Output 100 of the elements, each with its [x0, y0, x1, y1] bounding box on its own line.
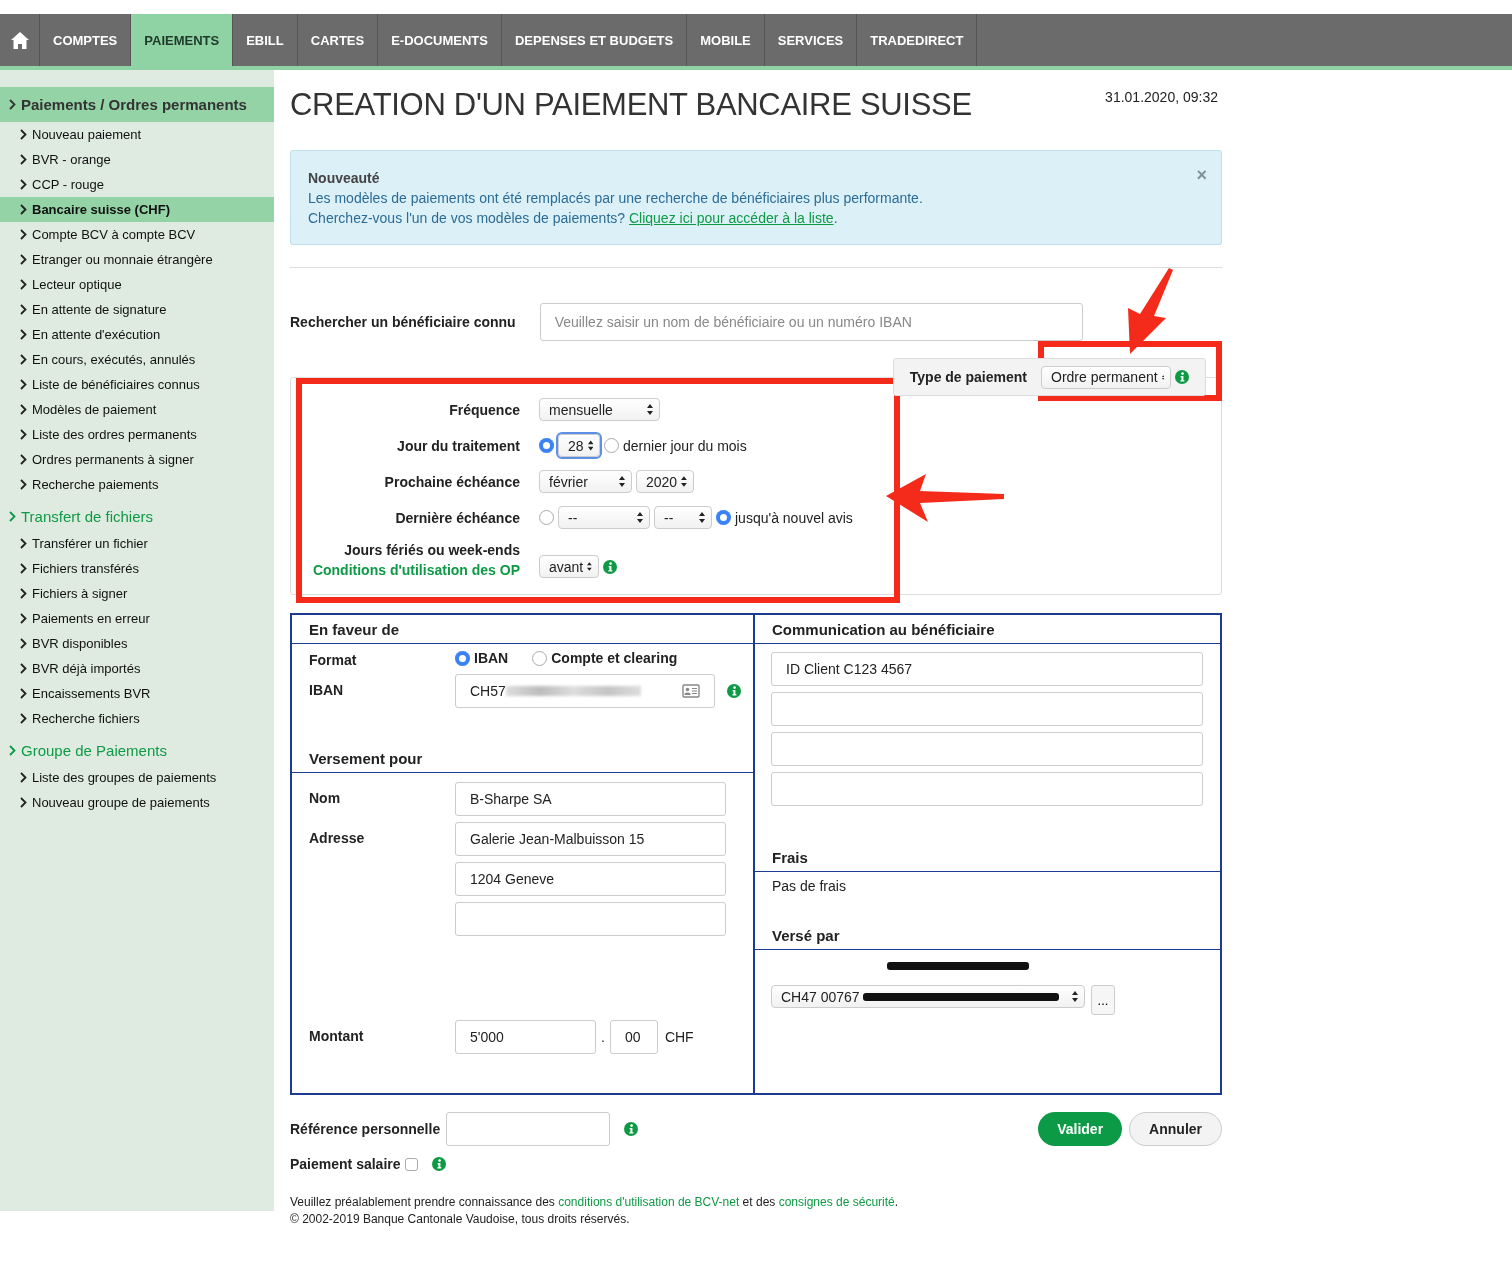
- nav-tab[interactable]: TRADEDIRECT: [857, 14, 978, 66]
- dropdown[interactable]: février: [539, 470, 632, 493]
- sidebar-item[interactable]: Liste des ordres permanents: [0, 422, 274, 447]
- sidebar-item[interactable]: Modèles de paiement: [0, 397, 274, 422]
- message-field[interactable]: ID Client C123 4567: [771, 652, 1203, 686]
- nav-tab[interactable]: MOBILE: [687, 14, 765, 66]
- updown-icon: [699, 512, 705, 523]
- cents-field[interactable]: 00: [609, 1020, 658, 1054]
- sidebar-item[interactable]: Fichiers transférés: [0, 556, 274, 581]
- iban-field[interactable]: CH57: [455, 674, 715, 708]
- updown-icon: [619, 476, 625, 487]
- updown-icon: [647, 404, 653, 415]
- currency-label: CHF: [664, 1029, 694, 1045]
- radio-button[interactable]: [716, 510, 731, 525]
- name-field[interactable]: B-Sharpe SA: [455, 782, 726, 816]
- sidebar-item[interactable]: Nouveau paiement: [0, 122, 274, 147]
- nav-tab[interactable]: PAIEMENTS: [131, 14, 234, 66]
- dropdown[interactable]: --: [654, 506, 712, 529]
- section-heading: En faveur de: [292, 615, 753, 644]
- checkbox[interactable]: [404, 1157, 418, 1171]
- dropdown[interactable]: 28: [558, 434, 600, 457]
- reference-label: Référence personnelle: [290, 1121, 441, 1137]
- radio-button[interactable]: [539, 438, 554, 453]
- nav-tab[interactable]: EBILL: [233, 14, 298, 66]
- sidebar-item[interactable]: En attente d'exécution: [0, 322, 274, 347]
- sidebar-item[interactable]: En attente de signature: [0, 297, 274, 322]
- submit-button[interactable]: Valider: [1038, 1112, 1123, 1146]
- option-label: dernier jour du mois: [623, 437, 747, 454]
- chevron-icon: [20, 229, 27, 240]
- field-label: Nom: [309, 789, 342, 806]
- sidebar-item[interactable]: Encaissements BVR: [0, 681, 274, 706]
- nav-tab[interactable]: E-DOCUMENTS: [378, 14, 502, 66]
- sidebar-item[interactable]: Bancaire suisse (CHF): [0, 197, 274, 222]
- message-field[interactable]: [771, 692, 1203, 726]
- conditions-link[interactable]: Conditions d'utilisation des OP: [312, 562, 520, 578]
- sidebar-item[interactable]: BVR déjà importés: [0, 656, 274, 681]
- radio-button[interactable]: [604, 438, 619, 453]
- radio-button[interactable]: [539, 510, 554, 525]
- cancel-button[interactable]: Annuler: [1129, 1112, 1222, 1146]
- account-dropdown[interactable]: CH47 00767: [771, 985, 1085, 1008]
- reference-field[interactable]: [446, 1112, 611, 1146]
- search-field[interactable]: Veuillez saisir un nom de bénéficiaire ou un numéro IBAN: [539, 303, 1083, 341]
- sidebar-item[interactable]: CCP - rouge: [0, 172, 274, 197]
- address-field[interactable]: [455, 902, 726, 936]
- footer-link[interactable]: consignes de sécurité: [778, 1195, 895, 1209]
- updown-icon: [587, 440, 593, 451]
- footer-text: et des: [741, 1195, 777, 1209]
- chevron-icon: [20, 154, 27, 165]
- sidebar-item[interactable]: Fichiers à signer: [0, 581, 274, 606]
- radio-button[interactable]: [455, 650, 470, 666]
- amount-field[interactable]: 5'000: [455, 1020, 596, 1054]
- chevron-icon: [20, 663, 27, 674]
- chevron-icon: [20, 304, 27, 315]
- sidebar-item[interactable]: Recherche paiements: [0, 472, 274, 497]
- sidebar-item[interactable]: Liste des groupes de paiements: [0, 765, 274, 790]
- chevron-icon: [20, 379, 27, 390]
- chevron-icon: [20, 179, 27, 190]
- sidebar-item[interactable]: Transférer un fichier: [0, 531, 274, 556]
- chevron-icon: [20, 563, 27, 574]
- sidebar-item[interactable]: Ordres permanents à signer: [0, 447, 274, 472]
- sidebar-item[interactable]: Paiements en erreur: [0, 606, 274, 631]
- decimal-separator: .: [601, 1029, 605, 1045]
- nav-tab[interactable]: DEPENSES ET BUDGETS: [502, 14, 688, 66]
- dropdown[interactable]: --: [558, 506, 650, 529]
- address-field[interactable]: 1204 Geneve: [455, 862, 726, 896]
- dropdown[interactable]: avant: [539, 555, 599, 578]
- field-label: Format: [309, 651, 358, 668]
- sidebar-item[interactable]: Recherche fichiers: [0, 706, 274, 731]
- radio-button[interactable]: [532, 650, 548, 666]
- chevron-icon: [20, 688, 27, 699]
- notice-text: Les modèles de paiements ont été remplacés par une recherche de bénéficiaires plus performante.: [308, 189, 924, 208]
- dropdown[interactable]: mensuelle: [539, 398, 660, 421]
- nav-tab[interactable]: CARTES: [297, 14, 379, 66]
- chevron-icon: [9, 99, 16, 110]
- sidebar-item[interactable]: Liste de bénéficiaires connus: [0, 372, 274, 397]
- notice-title: Nouveauté: [308, 169, 380, 188]
- chevron-icon: [20, 204, 27, 215]
- sidebar-item[interactable]: BVR - orange: [0, 147, 274, 172]
- sidebar-item[interactable]: En cours, exécutés, annulés: [0, 347, 274, 372]
- chevron-icon: [9, 744, 16, 756]
- field-label: Jours fériés ou week-ends: [344, 542, 520, 558]
- nav-tab[interactable]: SERVICES: [764, 14, 858, 66]
- address-field[interactable]: Galerie Jean-Malbuisson 15: [455, 822, 726, 856]
- message-field[interactable]: [771, 772, 1203, 806]
- dropdown[interactable]: Ordre permanent: [1041, 365, 1171, 389]
- chevron-icon: [20, 329, 27, 340]
- sidebar-item[interactable]: Etranger ou monnaie étrangère: [0, 247, 274, 272]
- sidebar-item[interactable]: Lecteur optique: [0, 272, 274, 297]
- sidebar-section[interactable]: Paiements / Ordres permanents: [0, 87, 274, 122]
- footer-link[interactable]: conditions d'utilisation de BCV-net: [558, 1195, 740, 1209]
- message-field[interactable]: [771, 732, 1203, 766]
- period-text: .: [833, 210, 838, 226]
- sidebar-item[interactable]: BVR disponibles: [0, 631, 274, 656]
- page-title: CREATION D'UN PAIEMENT BANCAIRE SUISSE: [290, 87, 972, 124]
- dropdown[interactable]: 2020: [636, 470, 694, 493]
- sidebar-item[interactable]: Nouveau groupe de paiements: [0, 790, 274, 815]
- chevron-icon: [20, 404, 27, 415]
- chevron-icon: [20, 429, 27, 440]
- sidebar-item[interactable]: Compte BCV à compte BCV: [0, 222, 274, 247]
- more-button[interactable]: ...: [1091, 985, 1115, 1015]
